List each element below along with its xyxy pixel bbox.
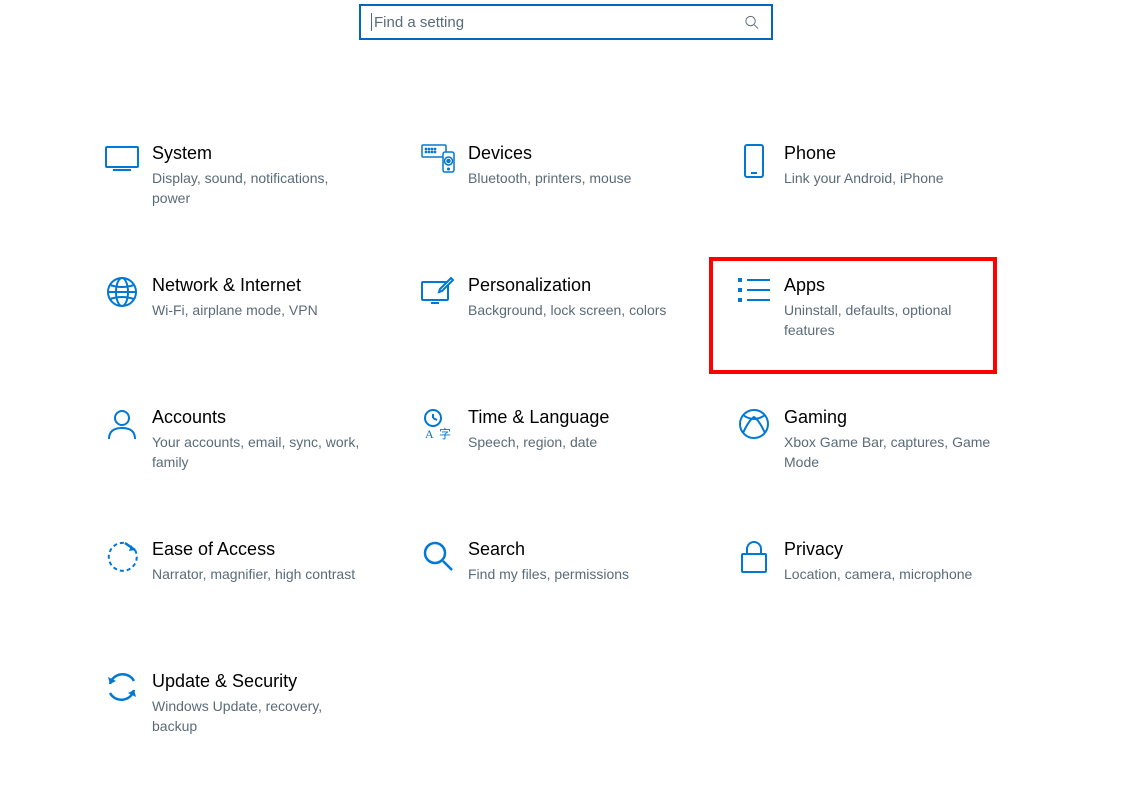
tile-time-language[interactable]: A 字 Time & Language Speech, region, date (408, 406, 724, 538)
tile-title: Apps (784, 274, 994, 297)
tile-title: Ease of Access (152, 538, 355, 561)
ease-of-access-icon (92, 538, 152, 572)
tile-desc: Location, camera, microphone (784, 565, 972, 585)
tile-desc: Your accounts, email, sync, work, family (152, 433, 362, 472)
tile-desc: Background, lock screen, colors (468, 301, 666, 321)
tile-system[interactable]: System Display, sound, notifications, po… (92, 142, 408, 274)
personalization-icon (408, 274, 468, 306)
tile-title: Update & Security (152, 670, 362, 693)
tile-desc: Link your Android, iPhone (784, 169, 944, 189)
tile-desc: Bluetooth, printers, mouse (468, 169, 631, 189)
svg-text:字: 字 (439, 426, 451, 440)
tile-accounts[interactable]: Accounts Your accounts, email, sync, wor… (92, 406, 408, 538)
tile-title: Personalization (468, 274, 666, 297)
devices-icon (408, 142, 468, 174)
tile-network[interactable]: Network & Internet Wi-Fi, airplane mode,… (92, 274, 408, 406)
system-icon (92, 142, 152, 172)
search-icon (744, 15, 759, 30)
tile-title: Search (468, 538, 629, 561)
time-language-icon: A 字 (408, 406, 468, 440)
text-cursor (371, 13, 372, 31)
tile-ease-of-access[interactable]: Ease of Access Narrator, magnifier, high… (92, 538, 408, 670)
accounts-icon (92, 406, 152, 440)
tile-title: Network & Internet (152, 274, 318, 297)
tile-title: Accounts (152, 406, 362, 429)
search-input[interactable]: Find a setting (359, 4, 773, 40)
phone-icon (724, 142, 784, 178)
search-tile-icon (408, 538, 468, 572)
tile-update-security[interactable]: Update & Security Windows Update, recove… (92, 670, 408, 802)
lock-icon (724, 538, 784, 574)
tile-devices[interactable]: Devices Bluetooth, printers, mouse (408, 142, 724, 274)
tile-title: Devices (468, 142, 631, 165)
globe-icon (92, 274, 152, 308)
tile-desc: Uninstall, defaults, optional features (784, 301, 994, 340)
tile-title: System (152, 142, 362, 165)
tile-desc: Display, sound, notifications, power (152, 169, 362, 208)
tile-apps[interactable]: Apps Uninstall, defaults, optional featu… (724, 274, 1040, 406)
update-icon (92, 670, 152, 702)
tile-privacy[interactable]: Privacy Location, camera, microphone (724, 538, 1040, 670)
svg-text:A: A (425, 427, 434, 440)
tile-title: Gaming (784, 406, 994, 429)
tile-desc: Narrator, magnifier, high contrast (152, 565, 355, 585)
tile-desc: Find my files, permissions (468, 565, 629, 585)
tile-search[interactable]: Search Find my files, permissions (408, 538, 724, 670)
tile-title: Phone (784, 142, 944, 165)
tile-desc: Xbox Game Bar, captures, Game Mode (784, 433, 994, 472)
apps-icon (724, 274, 784, 304)
tile-desc: Speech, region, date (468, 433, 609, 453)
gaming-icon (724, 406, 784, 440)
tile-phone[interactable]: Phone Link your Android, iPhone (724, 142, 1040, 274)
tile-title: Privacy (784, 538, 972, 561)
tile-title: Time & Language (468, 406, 609, 429)
tile-desc: Windows Update, recovery, backup (152, 697, 362, 736)
tile-gaming[interactable]: Gaming Xbox Game Bar, captures, Game Mod… (724, 406, 1040, 538)
tile-desc: Wi-Fi, airplane mode, VPN (152, 301, 318, 321)
search-placeholder: Find a setting (374, 14, 464, 31)
tile-personalization[interactable]: Personalization Background, lock screen,… (408, 274, 724, 406)
